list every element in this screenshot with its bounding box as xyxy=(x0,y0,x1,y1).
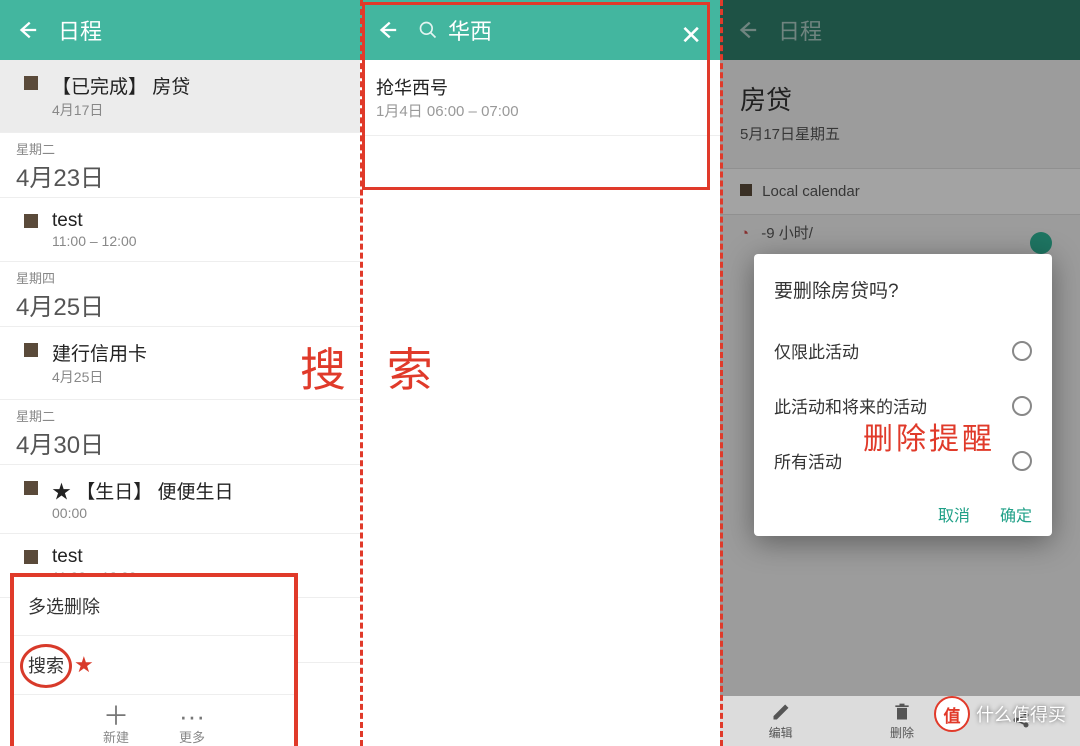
watermark-text: 什么值得买 xyxy=(976,701,1066,727)
more-button[interactable]: ···更多 xyxy=(179,705,205,746)
cancel-button[interactable]: 取消 xyxy=(938,502,970,526)
pencil-icon xyxy=(771,702,791,722)
edit-button[interactable]: 编辑 xyxy=(769,702,793,741)
panel-search: 华西 ✕ 抢华西号 1月4日 06:00 – 07:00 xyxy=(360,0,720,746)
delete-dialog: 要删除房贷吗? 仅限此活动 此活动和将来的活动 所有活动 取消 确定 xyxy=(754,254,1052,536)
dialog-title: 要删除房贷吗? xyxy=(774,276,1032,303)
app-bar-title: 日程 xyxy=(58,14,102,46)
dialog-actions: 取消 确定 xyxy=(774,488,1032,526)
dots-icon: ··· xyxy=(179,705,205,727)
watermark: 值 什么值得买 xyxy=(934,696,1066,732)
overflow-menu: 多选删除 搜索 ★ ＋新建 ···更多 xyxy=(10,573,298,746)
radio-this-and-future[interactable]: 此活动和将来的活动 xyxy=(774,378,1032,433)
radio-this-only[interactable]: 仅限此活动 xyxy=(774,323,1032,378)
event-completed[interactable]: 【已完成】 房贷 4月17日 xyxy=(0,60,360,133)
annotation-circle xyxy=(20,644,72,688)
calendar-color-square xyxy=(24,481,38,495)
panel-agenda: 日程 【已完成】 房贷 4月17日 星期二 4月23日 test 11:00 –… xyxy=(0,0,360,746)
day-header: 星期四 4月25日 xyxy=(0,262,360,327)
watermark-icon: 值 xyxy=(934,696,970,732)
radio-icon xyxy=(1012,341,1032,361)
day-header: 星期二 4月30日 xyxy=(0,400,360,465)
calendar-color-square xyxy=(24,550,38,564)
radio-icon xyxy=(1012,451,1032,471)
event-item[interactable]: ★ 【生日】 便便生日 00:00 xyxy=(0,465,360,534)
menu-footer: ＋新建 ···更多 xyxy=(14,695,294,746)
menu-search[interactable]: 搜索 ★ xyxy=(14,636,294,695)
event-item[interactable]: 建行信用卡 4月25日 xyxy=(0,327,360,400)
new-button[interactable]: ＋新建 xyxy=(103,705,129,746)
calendar-color-square xyxy=(24,214,38,228)
panel-delete: 日程 房贷 5月17日星期五 Local calendar ◔ -9 小时/ 要… xyxy=(720,0,1080,746)
app-bar: 日程 xyxy=(0,0,360,60)
star-icon: ★ xyxy=(74,652,94,678)
radio-all[interactable]: 所有活动 xyxy=(774,433,1032,488)
divider-dash xyxy=(360,0,363,746)
event-item[interactable]: test 11:00 – 12:00 xyxy=(0,198,360,262)
trash-icon xyxy=(892,702,912,722)
plus-icon: ＋ xyxy=(103,705,129,727)
calendar-color-square xyxy=(24,343,38,357)
back-icon[interactable] xyxy=(16,19,38,41)
day-header: 星期二 4月23日 xyxy=(0,133,360,198)
annotation-box xyxy=(362,2,710,190)
ok-button[interactable]: 确定 xyxy=(1000,502,1032,526)
calendar-color-square xyxy=(24,76,38,90)
menu-multi-delete[interactable]: 多选删除 xyxy=(14,577,294,636)
delete-button[interactable]: 删除 xyxy=(890,702,914,741)
divider-dash xyxy=(720,0,723,746)
radio-icon xyxy=(1012,396,1032,416)
